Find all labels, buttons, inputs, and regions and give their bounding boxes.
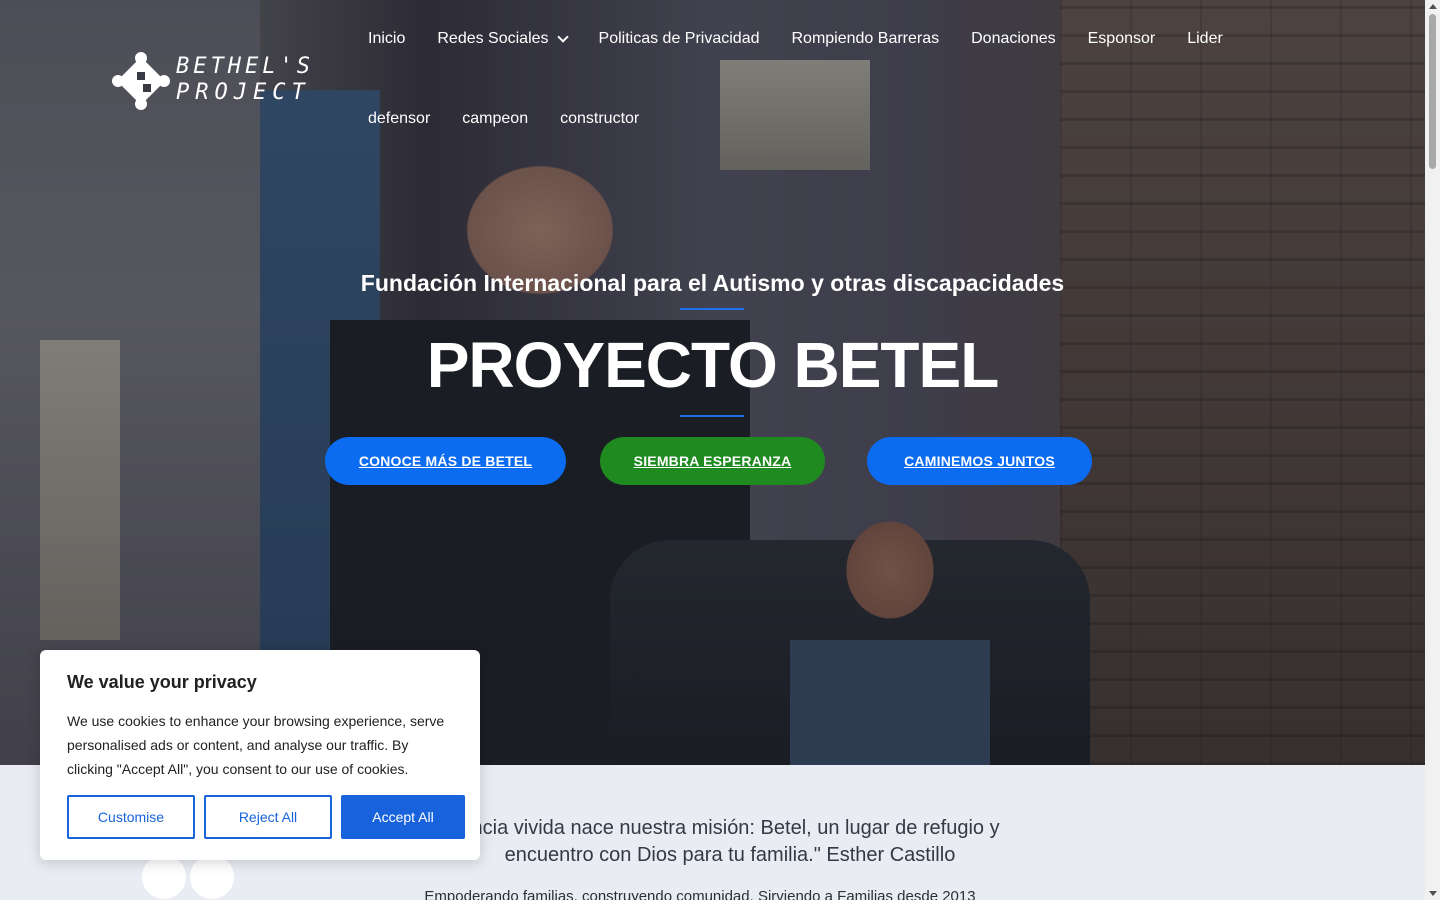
- nav-item-constructor[interactable]: constructor: [544, 106, 655, 132]
- nav-item-defensor[interactable]: defensor: [352, 106, 446, 132]
- scrollbar-thumb[interactable]: [1429, 14, 1436, 169]
- nav-item-label: Lider: [1187, 30, 1223, 47]
- hero-subtitle: Fundación Internacional para el Autismo …: [360, 270, 1065, 296]
- nav-item-label: Politicas de Privacidad: [598, 30, 760, 47]
- hero-divider-top: [680, 308, 744, 310]
- puzzle-logo-icon: [112, 52, 170, 110]
- nav-item-campeon[interactable]: campeon: [446, 106, 544, 132]
- cookie-consent-banner: We value your privacy We use cookies to …: [40, 650, 480, 860]
- nav-item-esponsor[interactable]: Esponsor: [1072, 26, 1172, 52]
- nav-item-label: Donaciones: [971, 30, 1056, 47]
- customise-button[interactable]: Customise: [67, 795, 195, 839]
- nav-item-inicio[interactable]: Inicio: [352, 26, 421, 52]
- nav-item-politicas[interactable]: Politicas de Privacidad: [583, 26, 776, 52]
- nav-item-label: Redes Sociales: [437, 30, 549, 47]
- site-logo[interactable]: BETHEL'S PROJECT: [112, 48, 317, 114]
- cookie-body: We use cookies to enhance your browsing …: [67, 713, 445, 777]
- nav-item-redes-sociales[interactable]: Redes Sociales: [421, 26, 582, 52]
- nav-item-label: Inicio: [368, 30, 406, 47]
- nav-row-2: defensor campeon constructor: [352, 106, 655, 132]
- chevron-down-icon: [556, 31, 569, 43]
- nav-item-label: campeon: [462, 110, 529, 127]
- siembra-esperanza-button[interactable]: SIEMBRA ESPERANZA: [600, 437, 825, 485]
- logo-text-line1: BETHEL'S: [176, 54, 314, 79]
- tagline-text: Empoderando familias, construyendo comun…: [424, 888, 976, 900]
- accept-all-button[interactable]: Accept All: [341, 795, 465, 839]
- logo-text-line2: PROJECT: [176, 80, 311, 105]
- nav-item-lider[interactable]: Lider: [1171, 26, 1239, 52]
- nav-item-label: Esponsor: [1087, 30, 1156, 47]
- hero-divider-bottom: [680, 415, 744, 417]
- nav-item-label: Rompiendo Barreras: [791, 30, 940, 47]
- scroll-down-icon[interactable]: [1429, 891, 1437, 896]
- nav-row-1: Inicio Redes Sociales Politicas de Priva…: [352, 26, 1239, 52]
- nav-item-label: defensor: [368, 110, 431, 127]
- scroll-up-icon[interactable]: [1429, 4, 1437, 9]
- nav-item-rompiendo-barreras[interactable]: Rompiendo Barreras: [776, 26, 956, 52]
- reject-all-button[interactable]: Reject All: [204, 795, 332, 839]
- page-scrollbar[interactable]: [1425, 0, 1440, 900]
- cookie-actions: Customise Reject All Accept All: [67, 795, 465, 839]
- nav-item-label: constructor: [560, 110, 640, 127]
- nav-item-donaciones[interactable]: Donaciones: [955, 26, 1072, 52]
- cookie-title: We value your privacy: [67, 672, 257, 692]
- caminemos-juntos-button[interactable]: CAMINEMOS JUNTOS: [867, 437, 1092, 485]
- hero-title: PROYECTO BETEL: [426, 329, 1000, 401]
- conoce-mas-button[interactable]: CONOCE MÁS DE BETEL: [325, 437, 566, 485]
